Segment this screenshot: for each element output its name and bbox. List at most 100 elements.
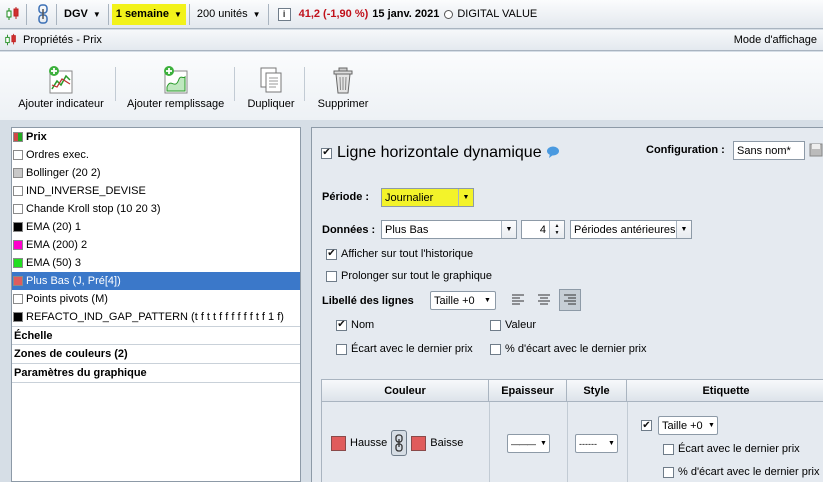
candlestick-icon[interactable] — [3, 4, 23, 24]
column-header-style: Style — [567, 380, 627, 402]
color-cell: Hausse Baisse — [331, 430, 463, 456]
list-item-selected[interactable]: Plus Bas (J, Pré[4]) — [12, 272, 300, 290]
chevron-down-icon: ▼ — [484, 297, 491, 304]
align-left-button[interactable] — [507, 289, 529, 311]
duplicate-button[interactable]: Dupliquer — [243, 52, 299, 110]
delete-button[interactable]: Supprimer — [316, 52, 370, 110]
chevron-down-icon: ▼ — [173, 9, 182, 19]
donnees-label: Données : — [322, 224, 376, 236]
nom-option[interactable]: Nom — [336, 319, 374, 331]
list-item-label: REFACTO_IND_GAP_PATTERN (t f t t f f f f… — [26, 311, 284, 323]
list-item[interactable]: REFACTO_IND_GAP_PATTERN (t f t t f f f f… — [12, 308, 300, 326]
add-indicator-button[interactable]: Ajouter indicateur — [18, 52, 104, 110]
align-center-button[interactable] — [533, 289, 555, 311]
chain-link-icon — [395, 434, 403, 452]
toolbar-separator — [115, 67, 116, 101]
section-echelle[interactable]: Échelle — [12, 326, 300, 345]
link-icon[interactable] — [33, 4, 53, 24]
align-right-button[interactable] — [559, 289, 581, 311]
periode-dropdown[interactable]: Journalier ▼ — [381, 188, 474, 207]
prolonger-checkbox[interactable] — [326, 270, 337, 282]
valeur-option[interactable]: Valeur — [490, 319, 536, 331]
etiquette-ecart-option[interactable]: Écart avec le dernier prix — [663, 443, 800, 455]
list-item-prix[interactable]: Prix — [12, 128, 300, 146]
quote-value: 41,2 (-1,90 %) — [298, 8, 369, 20]
ecart-option[interactable]: Écart avec le dernier prix — [336, 343, 473, 355]
list-item-label: Points pivots (M) — [26, 293, 108, 305]
delete-label: Supprimer — [317, 98, 369, 110]
config-value: Sans nom* — [737, 144, 791, 157]
baisse-color-swatch[interactable] — [411, 435, 427, 451]
nom-label: Nom — [351, 319, 375, 331]
section-parametres-graphique[interactable]: Paramètres du graphique — [12, 364, 300, 383]
column-divider — [627, 402, 628, 482]
list-item[interactable]: Bollinger (20 2) — [12, 164, 300, 182]
list-item[interactable]: Chande Kroll stop (10 20 3) — [12, 200, 300, 218]
ecart-checkbox[interactable] — [336, 343, 347, 355]
list-item[interactable]: EMA (200) 2 — [12, 236, 300, 254]
config-dropdown[interactable]: Sans nom* — [733, 141, 805, 160]
symbol-dropdown[interactable]: DGV ▼ — [60, 4, 105, 25]
stepper-arrows-icon[interactable]: ▲ ▼ — [549, 221, 564, 238]
list-item-label: Ordres exec. — [26, 149, 89, 161]
libelle-size-dropdown[interactable]: Taille +0 ▼ — [430, 291, 496, 310]
display-mode-link[interactable]: Mode d'affichage — [734, 34, 817, 46]
etiquette-pct-ecart-checkbox[interactable] — [663, 466, 674, 478]
chevron-down-icon: ▼ — [252, 9, 261, 19]
nom-checkbox[interactable] — [336, 319, 347, 331]
list-item-label: Bollinger (20 2) — [26, 167, 101, 179]
list-item[interactable]: IND_INVERSE_DEVISE — [12, 182, 300, 200]
etiquette-checkbox[interactable] — [641, 420, 652, 431]
candlestick-icon — [5, 33, 16, 46]
list-item[interactable]: EMA (20) 1 — [12, 218, 300, 236]
list-item[interactable]: Points pivots (M) — [12, 290, 300, 308]
etiquette-ecart-checkbox[interactable] — [663, 443, 674, 455]
etiquette-size-dropdown[interactable]: Taille +0 ▼ — [658, 416, 718, 435]
afficher-historique-option[interactable]: Afficher sur tout l'historique — [326, 248, 473, 260]
ecart-label: Écart avec le dernier prix — [351, 343, 473, 355]
properties-panel: Ligne horizontale dynamique Configuratio… — [311, 127, 823, 482]
top-toolbar: DGV ▼ 1 semaine ▼ 200 unités ▼ i 41,2 (-1,9… — [0, 0, 823, 29]
speech-bubble-icon[interactable] — [546, 146, 560, 161]
color-swatch — [13, 204, 23, 214]
epaisseur-value: ——— — [511, 438, 536, 449]
link-colors-button[interactable] — [391, 430, 408, 456]
object-list: Prix Ordres exec. Bollinger (20 2) IND_I… — [11, 127, 301, 482]
indicator-enabled-checkbox[interactable] — [321, 147, 332, 159]
info-icon[interactable]: i — [277, 7, 291, 21]
list-item[interactable]: Ordres exec. — [12, 146, 300, 164]
color-swatch — [13, 240, 23, 250]
units-dropdown[interactable]: 200 unités ▼ — [193, 4, 265, 25]
donnees-dropdown[interactable]: Plus Bas ▼ — [381, 220, 517, 239]
donnees-mode-dropdown[interactable]: Périodes antérieures ▼ — [570, 220, 692, 239]
period-label: 1 semaine — [115, 8, 169, 20]
toolbar-separator — [56, 3, 57, 25]
donnees-mode: Périodes antérieures — [574, 223, 676, 236]
pct-ecart-option[interactable]: % d'écart avec le dernier prix — [490, 343, 647, 355]
afficher-historique-checkbox[interactable] — [326, 248, 337, 260]
color-swatch — [13, 168, 23, 178]
add-fill-button[interactable]: Ajouter remplissage — [127, 52, 224, 110]
periode-label: Période : — [322, 191, 370, 203]
column-header-epaisseur: Epaisseur — [489, 380, 567, 402]
hausse-color-swatch[interactable] — [331, 435, 346, 451]
indicator-title: Ligne horizontale dynamique — [337, 144, 542, 161]
period-dropdown[interactable]: 1 semaine ▼ — [111, 3, 186, 25]
valeur-checkbox[interactable] — [490, 319, 501, 331]
radio-icon[interactable] — [444, 9, 454, 19]
pct-ecart-checkbox[interactable] — [490, 343, 501, 355]
list-item[interactable]: EMA (50) 3 — [12, 254, 300, 272]
style-dropdown[interactable]: ------ ▼ — [575, 434, 618, 453]
color-swatch — [13, 186, 23, 196]
libelle-size: Taille +0 — [434, 294, 475, 307]
epaisseur-dropdown[interactable]: ——— ▼ — [507, 434, 550, 453]
chevron-down-icon: ▼ — [676, 221, 691, 238]
section-zones-couleurs[interactable]: Zones de couleurs (2) — [12, 345, 300, 364]
save-icon[interactable] — [809, 143, 823, 160]
donnees-count-stepper[interactable]: 4 ▲ ▼ — [521, 220, 565, 239]
etiquette-pct-ecart-option[interactable]: % d'écart avec le dernier prix — [663, 466, 820, 478]
list-item-label: EMA (200) 2 — [26, 239, 88, 251]
toolbar-separator — [267, 3, 269, 25]
prolonger-option[interactable]: Prolonger sur tout le graphique — [326, 270, 492, 282]
color-swatch — [13, 258, 23, 268]
